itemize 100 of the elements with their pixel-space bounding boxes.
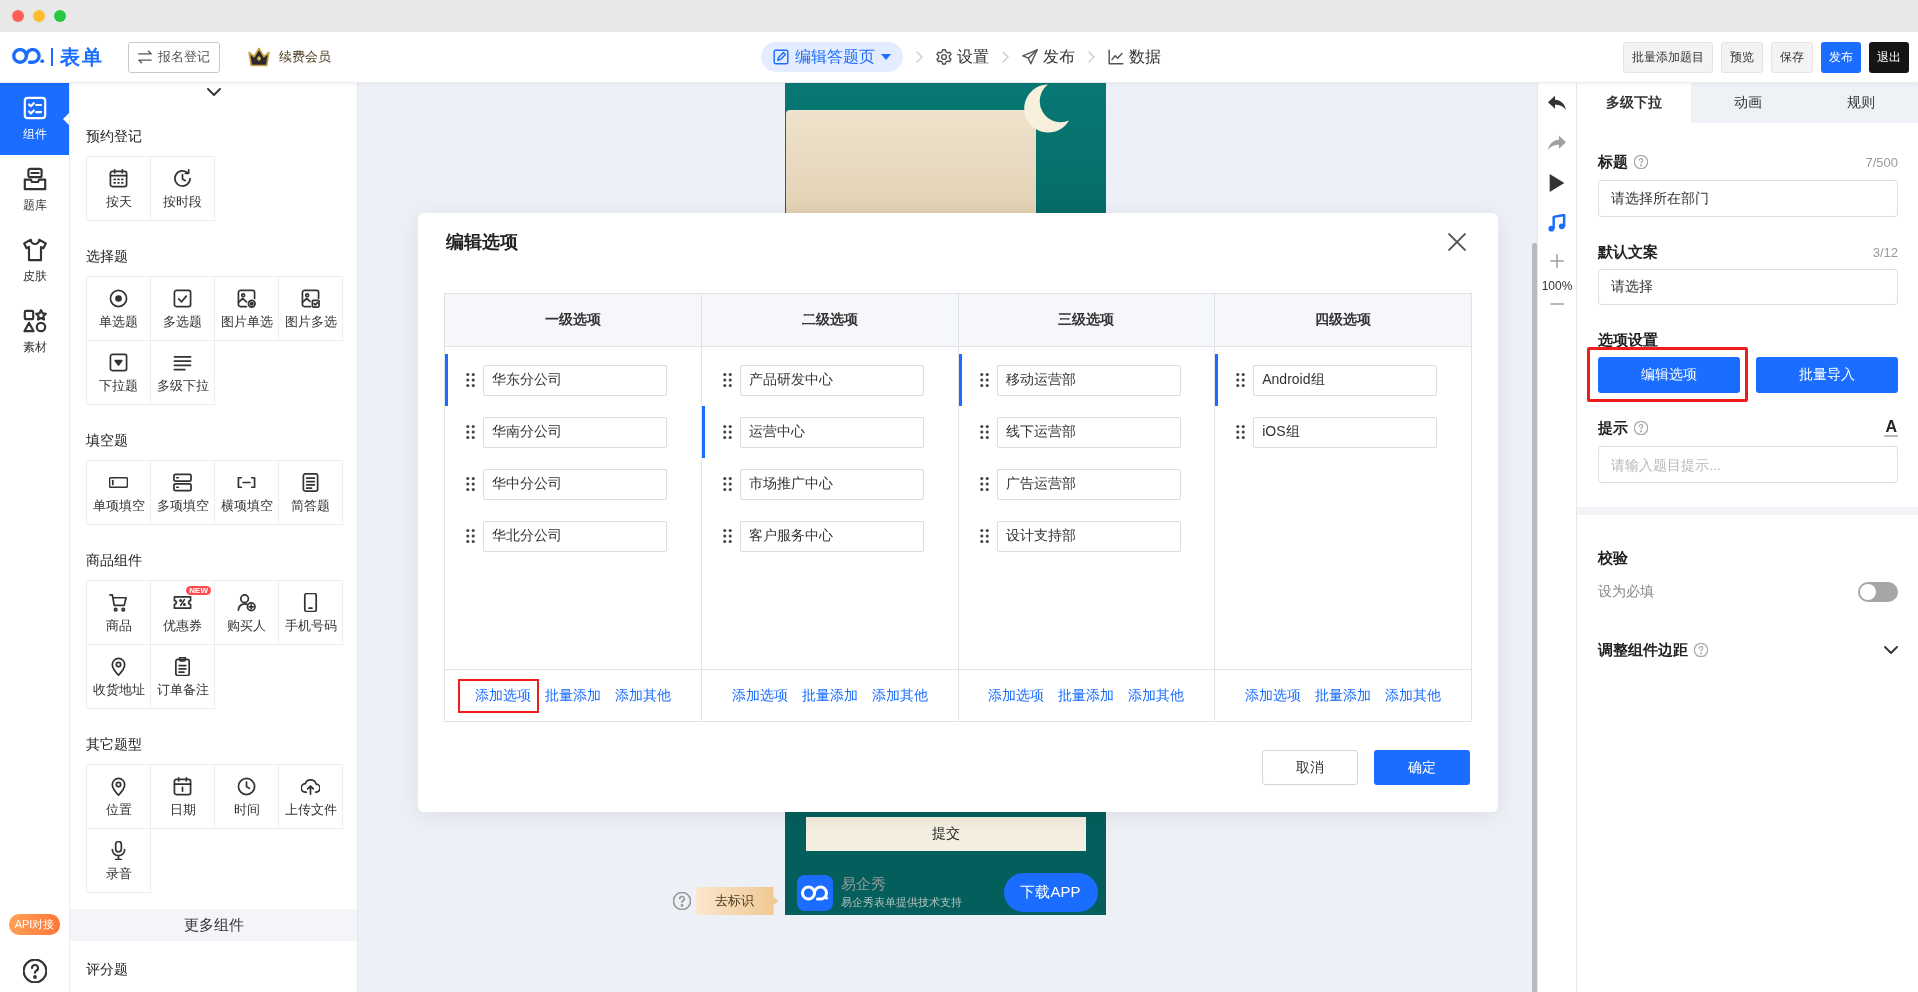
option-input[interactable]: 市场推广中心 [739, 468, 924, 500]
publish-button[interactable]: 发布 [1821, 41, 1861, 73]
close-icon[interactable] [1448, 233, 1466, 251]
component-tile[interactable]: 按天 [86, 156, 151, 221]
step-tab[interactable]: 设置 [936, 42, 989, 72]
required-toggle[interactable] [1858, 582, 1898, 602]
download-app-button[interactable]: 下载APP [1003, 873, 1098, 912]
option-input[interactable]: iOS组 [1253, 416, 1438, 448]
option-input[interactable]: 华东分公司 [483, 364, 667, 396]
component-tile[interactable]: 商品 [86, 580, 151, 645]
scrollbar[interactable] [1532, 243, 1537, 992]
action-link[interactable]: 添加其他 [1385, 686, 1442, 705]
panel-tab[interactable]: 动画 [1690, 83, 1805, 123]
component-tile[interactable]: 图片多选 [278, 276, 343, 341]
drag-handle-icon[interactable] [1236, 425, 1246, 439]
confirm-button[interactable]: 确定 [1374, 750, 1470, 785]
nav-item[interactable]: 皮肤 [0, 226, 69, 297]
chevron-down-icon[interactable] [1884, 646, 1898, 654]
drag-handle-icon[interactable] [722, 425, 732, 439]
batch-add-questions-button[interactable]: 批量添加题目 [1623, 41, 1713, 73]
component-tile[interactable]: 单选题 [86, 276, 151, 341]
option-input[interactable]: 线下运营部 [996, 416, 1181, 448]
batch-import-button[interactable]: 批量导入 [1756, 357, 1898, 393]
play-icon[interactable] [1548, 174, 1566, 192]
register-button[interactable]: 报名登记 [128, 41, 220, 73]
drag-handle-icon[interactable] [722, 373, 732, 387]
component-tile[interactable]: 上传文件 [278, 764, 343, 829]
component-tile[interactable]: 订单备注 [150, 644, 215, 709]
option-input[interactable]: 设计支持部 [996, 520, 1181, 552]
step-tab[interactable]: 数据 [1108, 42, 1161, 72]
action-link[interactable]: 添加其他 [871, 686, 928, 705]
panel-tab[interactable]: 规则 [1804, 83, 1918, 123]
drag-handle-icon[interactable] [979, 425, 989, 439]
component-tile[interactable]: 手机号码 [278, 580, 343, 645]
step-tab[interactable]: 编辑答题页 [761, 42, 903, 72]
nav-item[interactable]: 素材 [0, 297, 69, 368]
preview-button[interactable]: 预览 [1721, 41, 1763, 73]
drag-handle-icon[interactable] [979, 529, 989, 543]
drag-handle-icon[interactable] [466, 425, 475, 439]
step-tab[interactable]: 发布 [1022, 42, 1075, 72]
component-tile[interactable]: 多项填空 [150, 460, 215, 525]
option-input[interactable]: 移动运营部 [996, 364, 1181, 396]
exit-button[interactable]: 退出 [1869, 41, 1909, 73]
option-input[interactable]: 产品研发中心 [739, 364, 924, 396]
component-tile[interactable]: 横项填空 [214, 460, 279, 525]
action-link[interactable]: 添加选项 [988, 686, 1045, 705]
cancel-button[interactable]: 取消 [1262, 750, 1358, 785]
option-input[interactable]: 广告运营部 [996, 468, 1181, 500]
component-tile[interactable]: 下拉题 [86, 340, 151, 405]
drag-handle-icon[interactable] [466, 477, 475, 491]
chevron-down-icon[interactable] [206, 87, 221, 96]
drag-handle-icon[interactable] [979, 373, 989, 387]
help-icon[interactable] [22, 959, 47, 983]
action-link[interactable]: 添加其他 [1128, 686, 1185, 705]
text-input[interactable]: 请选择所在部门 [1598, 180, 1898, 217]
more-components-bar[interactable]: 更多组件 [70, 909, 357, 941]
drag-handle-icon[interactable] [722, 529, 732, 543]
option-input[interactable]: 华南分公司 [483, 416, 667, 448]
option-input[interactable]: 华中分公司 [483, 468, 667, 500]
option-input[interactable]: Android组 [1253, 364, 1438, 396]
component-tile[interactable]: 日期 [150, 764, 215, 829]
nav-item[interactable]: 组件 [0, 83, 69, 155]
save-button[interactable]: 保存 [1771, 41, 1813, 73]
component-tile[interactable]: 购买人 [214, 580, 279, 645]
logo-icon[interactable] [12, 47, 45, 67]
component-tile[interactable]: 收货地址 [86, 644, 151, 709]
component-tile[interactable]: 多级下拉 [150, 340, 215, 405]
component-tile[interactable]: 单项填空 [86, 460, 151, 525]
action-link[interactable]: 添加选项 [474, 686, 531, 705]
music-note-icon[interactable] [1548, 214, 1566, 232]
hint-input[interactable]: 请输入题目提示... [1598, 446, 1898, 483]
drag-handle-icon[interactable] [1236, 373, 1246, 387]
action-link[interactable]: 添加选项 [1245, 686, 1302, 705]
action-link[interactable]: 添加其他 [614, 686, 671, 705]
component-tile[interactable]: 图片单选 [214, 276, 279, 341]
action-link[interactable]: 批量添加 [1058, 686, 1115, 705]
drag-handle-icon[interactable] [466, 373, 475, 387]
drag-handle-icon[interactable] [979, 477, 989, 491]
nav-item[interactable]: 题库 [0, 155, 69, 226]
renew-member-link[interactable]: 续费会员 [248, 47, 331, 67]
option-input[interactable]: 运营中心 [739, 416, 924, 448]
text-input[interactable]: 请选择 [1598, 269, 1898, 305]
component-tile[interactable]: 按时段 [150, 156, 215, 221]
edit-options-button[interactable]: 编辑选项 [1598, 357, 1740, 393]
font-color-button[interactable]: A [1884, 419, 1898, 437]
submit-button[interactable]: 提交 [805, 817, 1086, 851]
component-tile[interactable]: 位置 [86, 764, 151, 829]
option-input[interactable]: 客户服务中心 [739, 520, 924, 552]
action-link[interactable]: 添加选项 [731, 686, 788, 705]
remove-mark-tag[interactable]: 去标识 [695, 887, 779, 915]
undo-icon[interactable] [1548, 94, 1566, 112]
option-input[interactable]: 华北分公司 [483, 520, 667, 552]
drag-handle-icon[interactable] [722, 477, 732, 491]
component-tile[interactable]: 录音 [86, 828, 151, 893]
action-link[interactable]: 批量添加 [801, 686, 858, 705]
action-link[interactable]: 批量添加 [1315, 686, 1372, 705]
action-link[interactable]: 批量添加 [544, 686, 601, 705]
drag-handle-icon[interactable] [466, 529, 475, 543]
component-tile[interactable]: 简答题 [278, 460, 343, 525]
redo-icon[interactable] [1548, 134, 1566, 152]
